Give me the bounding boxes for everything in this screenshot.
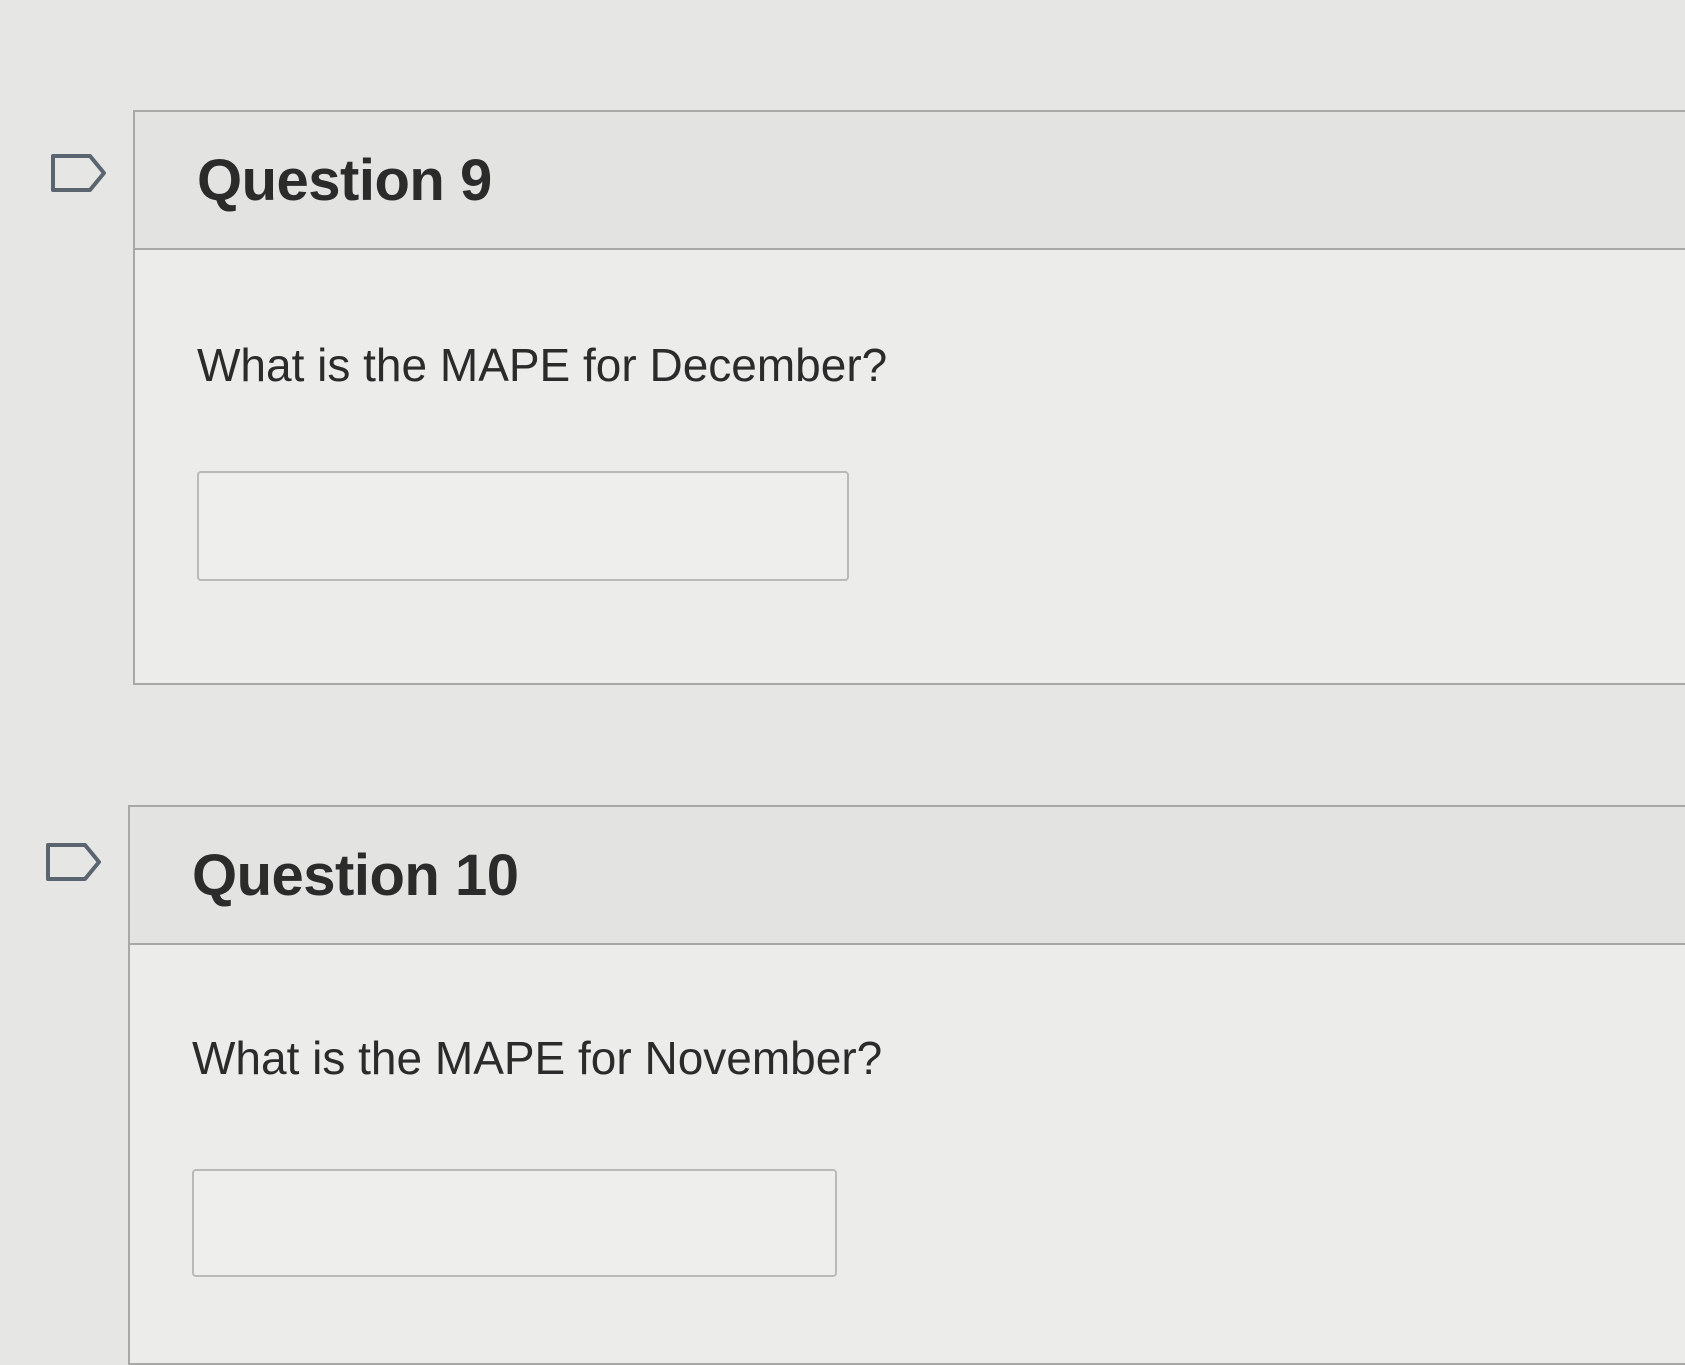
question-10: Question 10 What is the MAPE for Novembe… [128,805,1685,1365]
flag-question-icon[interactable] [45,842,103,882]
question-text: What is the MAPE for December? [197,339,888,391]
answer-input[interactable] [197,470,849,581]
question-9: Question 9 What is the MAPE for December… [133,110,1685,685]
answer-input[interactable] [192,1168,837,1277]
question-body: What is the MAPE for December? [135,250,1685,581]
question-text: What is the MAPE for November? [192,1032,883,1084]
question-title: Question 9 [197,147,492,213]
question-title: Question 10 [192,842,519,908]
question-header: Question 10 [130,807,1685,945]
question-body: What is the MAPE for November? [130,945,1685,1277]
flag-question-icon[interactable] [50,153,108,193]
question-header: Question 9 [135,112,1685,250]
